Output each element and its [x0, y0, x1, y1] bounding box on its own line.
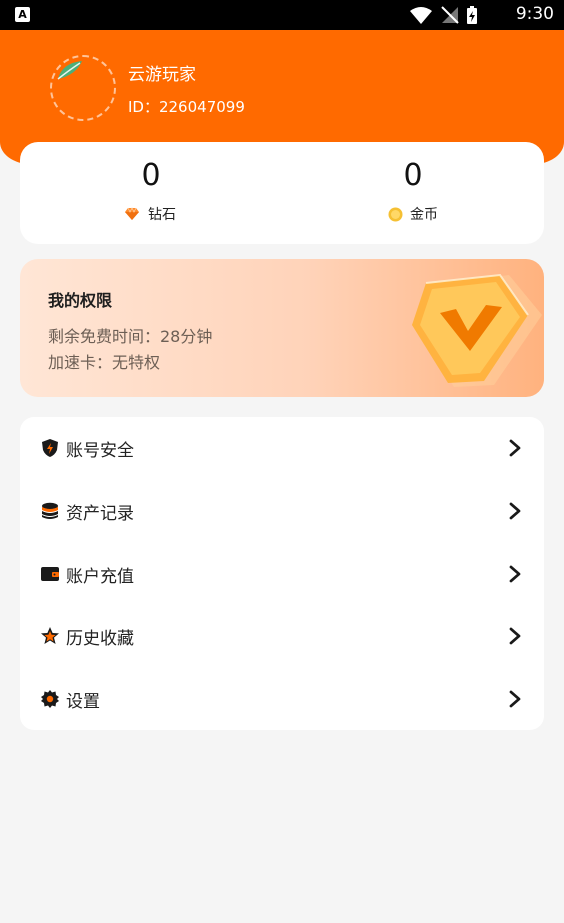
diamond-icon [125, 207, 139, 220]
menu-card: 账号安全 资产记录 账户充值 历史收藏 设置 [20, 417, 544, 730]
permissions-card[interactable]: 我的权限 剩余免费时间：28分钟 加速卡：无特权 [20, 259, 544, 397]
menu-label: 资产记录 [66, 504, 134, 524]
status-time: 9:30 [515, 4, 554, 24]
no-signal-icon [441, 6, 459, 24]
permissions-title: 我的权限 [48, 291, 113, 310]
battery-icon [467, 6, 477, 24]
menu-label: 设置 [66, 692, 100, 712]
diamond-count: 0 [141, 158, 161, 193]
gear-icon [41, 690, 59, 708]
chevron-right-icon [509, 565, 521, 583]
menu-label: 账户充值 [66, 567, 134, 587]
chevron-right-icon [509, 690, 521, 708]
chevron-right-icon [509, 627, 521, 645]
menu-item-asset-records[interactable]: 资产记录 [20, 480, 544, 542]
star-icon [41, 627, 59, 644]
user-id: ID：226047099 [128, 98, 245, 116]
username: 云游玩家 [128, 65, 196, 85]
chevron-right-icon [509, 439, 521, 457]
shield-icon [42, 439, 58, 457]
wifi-icon [410, 7, 432, 24]
vip-v-badge-icon [412, 273, 542, 387]
coin-icon [388, 207, 403, 222]
stats-card: 0 钻石 0 金币 [20, 142, 544, 244]
chevron-right-icon [509, 502, 521, 520]
diamond-label: 钻石 [148, 207, 176, 223]
wallet-icon [41, 567, 59, 581]
avatar-leaf-icon [57, 61, 82, 80]
speed-card-status: 加速卡：无特权 [48, 353, 161, 372]
diamond-stat[interactable]: 0 钻石 [20, 142, 282, 244]
status-bar: A 9:30 [0, 0, 564, 30]
status-icons [408, 5, 498, 25]
coin-stack-icon [42, 502, 58, 519]
remaining-free-time: 剩余免费时间：28分钟 [48, 327, 213, 346]
menu-item-account-recharge[interactable]: 账户充值 [20, 543, 544, 605]
coin-stat[interactable]: 0 金币 [282, 142, 544, 244]
menu-label: 账号安全 [66, 441, 134, 461]
app-notification-icon: A [15, 7, 30, 22]
coin-label: 金币 [410, 207, 438, 223]
menu-label: 历史收藏 [66, 629, 134, 649]
menu-item-account-security[interactable]: 账号安全 [20, 417, 544, 479]
menu-item-history-favorites[interactable]: 历史收藏 [20, 605, 544, 667]
avatar[interactable] [50, 55, 116, 121]
coin-count: 0 [403, 158, 423, 193]
menu-item-settings[interactable]: 设置 [20, 668, 544, 730]
